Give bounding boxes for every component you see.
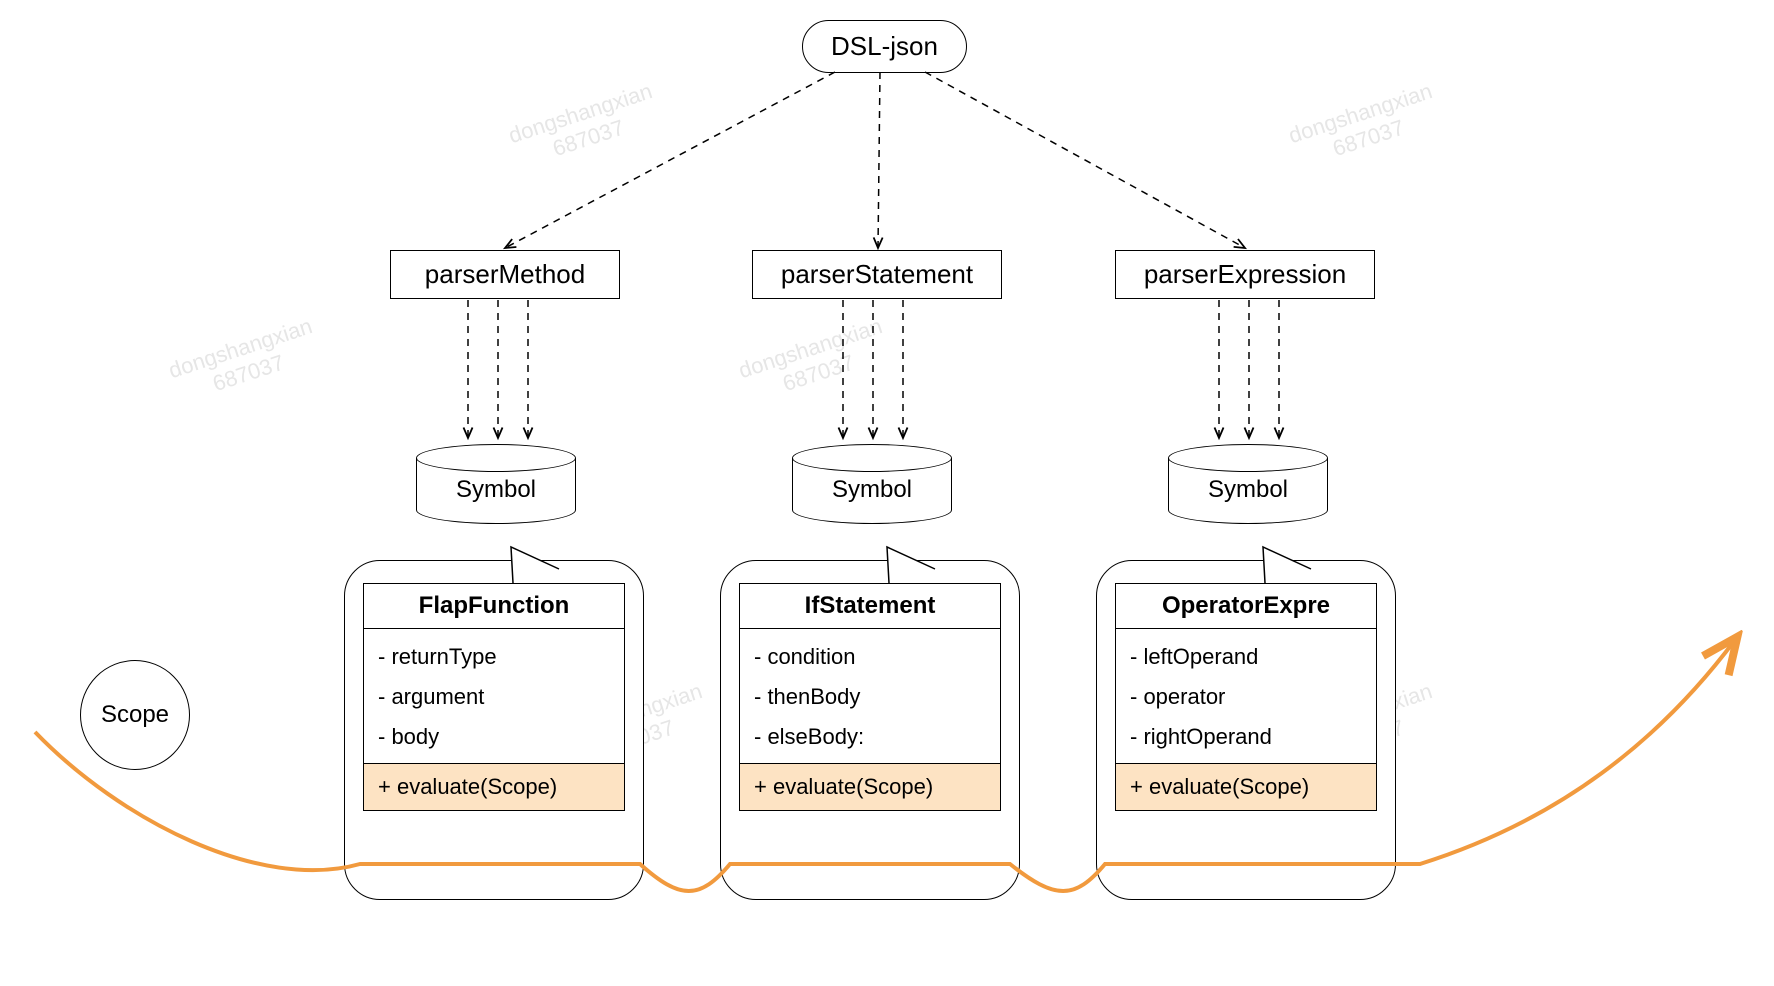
field-list: - leftOperand - operator - rightOperand [1116, 629, 1376, 763]
watermark: dongshangxian687037 [735, 313, 893, 409]
field: - rightOperand [1130, 717, 1362, 757]
scope-label: Scope [101, 701, 169, 729]
field-list: - returnType - argument - body [364, 629, 624, 763]
parser-method-box: parserMethod [390, 250, 620, 299]
callout-flapfunction: FlapFunction - returnType - argument - b… [344, 560, 644, 900]
class-title: IfStatement [740, 584, 1000, 629]
field: - thenBody [754, 677, 986, 717]
parser-expression-label: parserExpression [1144, 259, 1346, 289]
symbol-cylinder-1: Symbol [416, 444, 576, 524]
class-method: + evaluate(Scope) [1116, 763, 1376, 810]
scope-node: Scope [80, 660, 190, 770]
class-method: + evaluate(Scope) [364, 763, 624, 810]
class-title: OperatorExpre [1116, 584, 1376, 629]
field: - argument [378, 677, 610, 717]
watermark: dongshangxian687037 [165, 313, 323, 409]
symbol-label: Symbol [792, 476, 952, 504]
class-method: + evaluate(Scope) [740, 763, 1000, 810]
diagram-stage: dongshangxian687037 dongshangxian687037 … [0, 0, 1774, 986]
watermark: dongshangxian687037 [505, 78, 663, 174]
field: - returnType [378, 637, 610, 677]
field: - elseBody: [754, 717, 986, 757]
symbol-label: Symbol [416, 476, 576, 504]
class-card-ifstatement: IfStatement - condition - thenBody - els… [739, 583, 1001, 811]
class-card-operatorexpr: OperatorExpre - leftOperand - operator -… [1115, 583, 1377, 811]
root-label: DSL-json [831, 31, 938, 61]
parser-statement-label: parserStatement [781, 259, 973, 289]
symbol-cylinder-3: Symbol [1168, 444, 1328, 524]
class-title: FlapFunction [364, 584, 624, 629]
parser-statement-box: parserStatement [752, 250, 1002, 299]
parser-expression-box: parserExpression [1115, 250, 1375, 299]
parser-method-label: parserMethod [425, 259, 585, 289]
watermark: dongshangxian687037 [1285, 78, 1443, 174]
symbol-cylinder-2: Symbol [792, 444, 952, 524]
field: - body [378, 717, 610, 757]
field: - condition [754, 637, 986, 677]
callout-operatorexpr: OperatorExpre - leftOperand - operator -… [1096, 560, 1396, 900]
field-list: - condition - thenBody - elseBody: [740, 629, 1000, 763]
symbol-label: Symbol [1168, 476, 1328, 504]
field: - leftOperand [1130, 637, 1362, 677]
class-card-flapfunction: FlapFunction - returnType - argument - b… [363, 583, 625, 811]
callout-ifstatement: IfStatement - condition - thenBody - els… [720, 560, 1020, 900]
field: - operator [1130, 677, 1362, 717]
root-node: DSL-json [802, 20, 967, 73]
